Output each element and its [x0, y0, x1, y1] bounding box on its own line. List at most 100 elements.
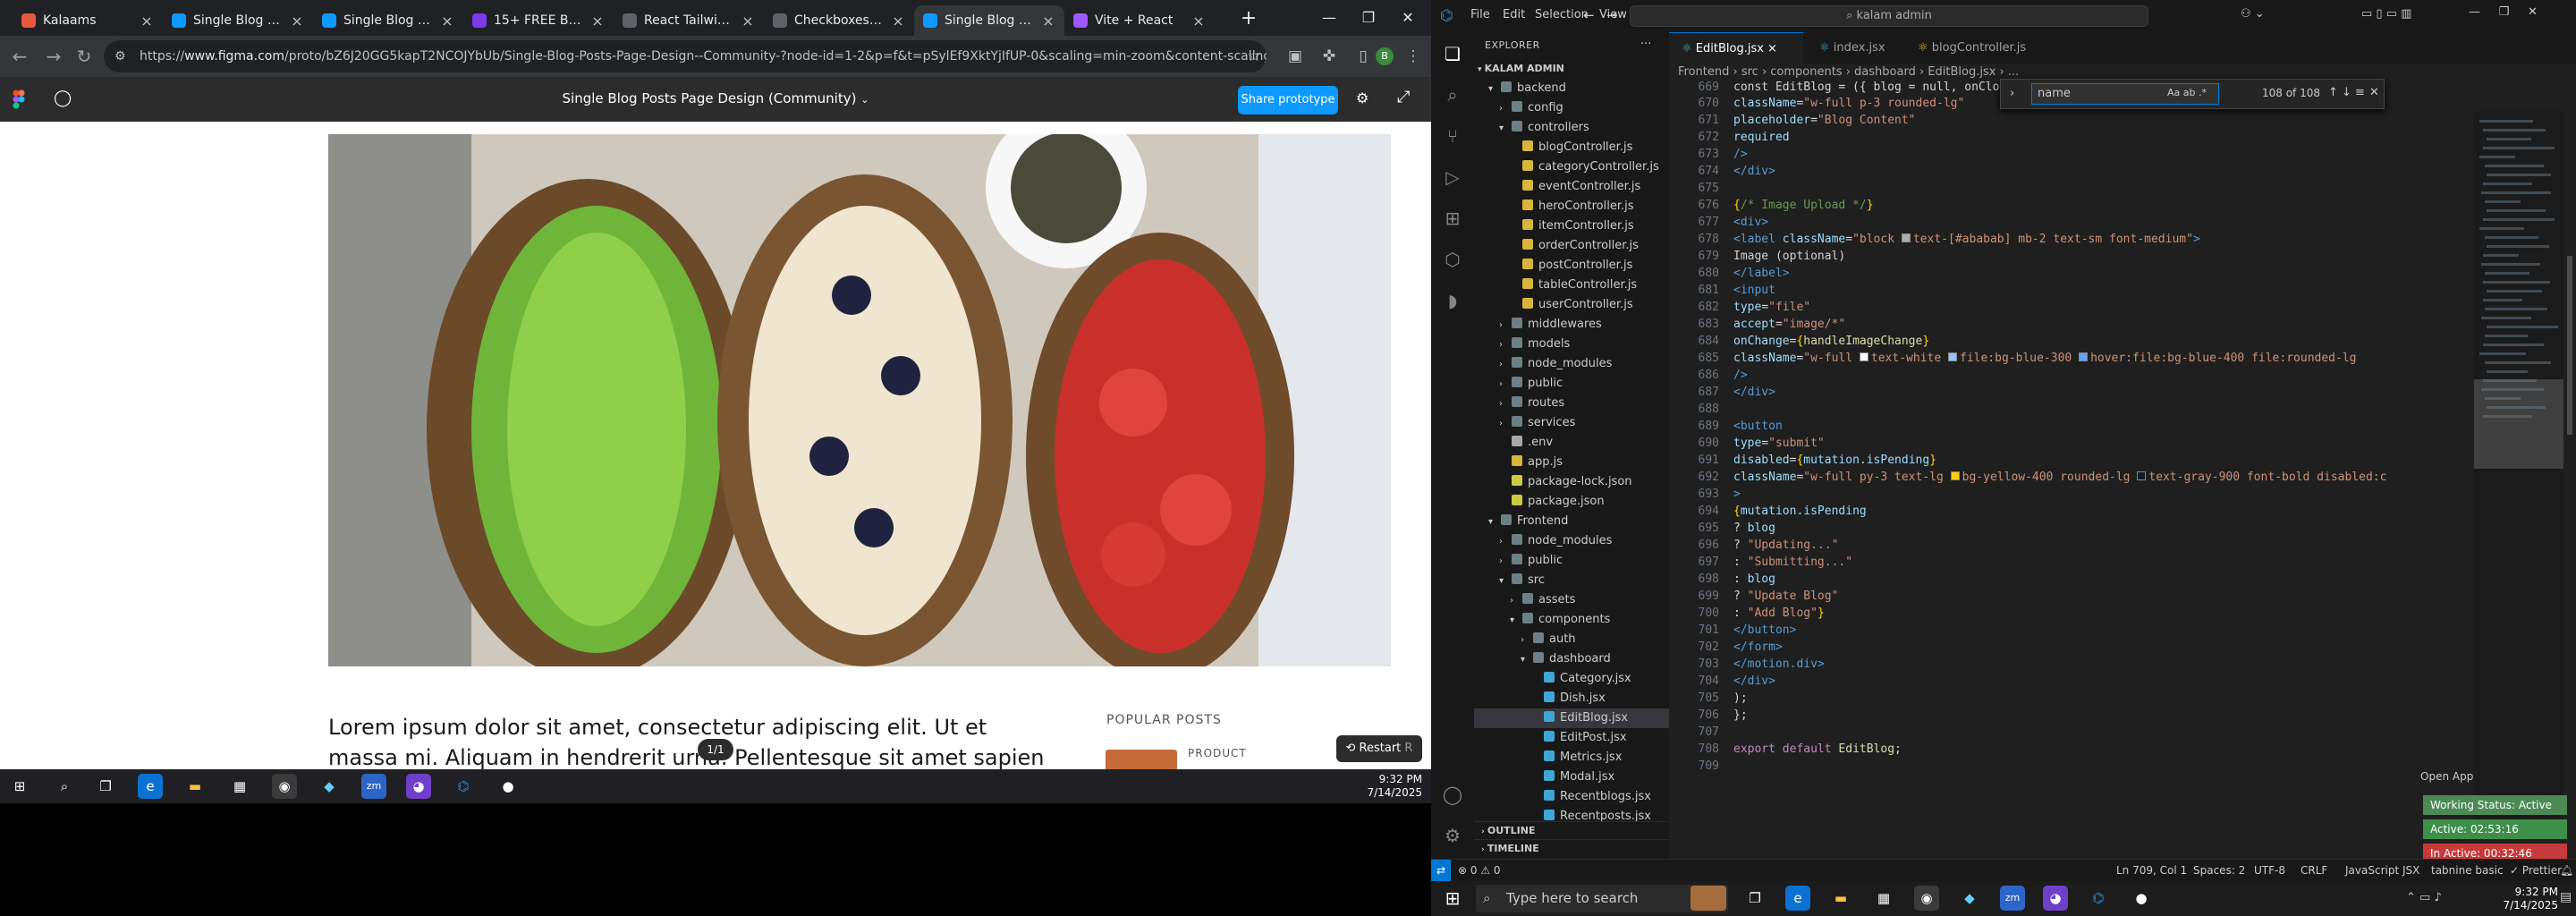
- code-line[interactable]: 701 </button>: [1669, 622, 2456, 639]
- zoom-icon[interactable]: zm: [2000, 886, 2025, 911]
- editor-scrollbar[interactable]: [2567, 256, 2572, 435]
- tab-close-icon[interactable]: ×: [1191, 13, 1206, 30]
- command-center[interactable]: ⌕ kalam admin: [1630, 5, 2148, 27]
- code-line[interactable]: 691 disabled={mutation.isPending}: [1669, 452, 2456, 469]
- nav-back-icon[interactable]: ←: [1583, 7, 1595, 23]
- code-line[interactable]: 684 onChange={handleImageChange}: [1669, 333, 2456, 350]
- code-line[interactable]: 708 export default EditBlog;: [1669, 741, 2456, 758]
- chrome-tab[interactable]: Single Blog Posts ×: [313, 5, 463, 36]
- site-info-icon[interactable]: ⚙: [114, 40, 126, 72]
- chrome-tab[interactable]: Checkboxes in Sa ×: [764, 5, 914, 36]
- tree-file[interactable]: Recentposts.jsx: [1474, 807, 1669, 821]
- tree-folder[interactable]: › middlewares: [1474, 315, 1669, 335]
- task-view-icon[interactable]: ❐: [1742, 886, 1767, 911]
- code-line[interactable]: 670 className="w-full p-3 rounded-lg": [1669, 95, 2456, 112]
- tree-folder[interactable]: › node_modules: [1474, 531, 1669, 551]
- tab-close-icon[interactable]: ×: [140, 13, 154, 30]
- share-prototype-button[interactable]: Share prototype: [1238, 86, 1338, 114]
- tabnine-status[interactable]: tabnine basic: [2431, 864, 2504, 877]
- tree-file[interactable]: EditBlog.jsx: [1474, 708, 1669, 728]
- chrome-icon[interactable]: ◉: [272, 774, 297, 799]
- bookmark-star-icon[interactable]: ☆: [1241, 44, 1267, 69]
- tree-file[interactable]: userController.js: [1474, 295, 1669, 315]
- back-icon[interactable]: ←: [7, 44, 32, 69]
- system-tray-icons[interactable]: ⌃ ▭ ♪: [2406, 891, 2442, 904]
- tree-file[interactable]: .env: [1474, 433, 1669, 453]
- search-icon[interactable]: ⌕: [1440, 82, 1465, 107]
- file-explorer-icon[interactable]: ▬: [182, 774, 208, 799]
- code-line[interactable]: 693 >: [1669, 486, 2456, 503]
- edge-icon[interactable]: e: [138, 774, 163, 799]
- language-mode[interactable]: JavaScript JSX: [2345, 864, 2419, 877]
- editor-tab[interactable]: ⚛ index.jsx: [1807, 32, 1903, 64]
- tree-folder[interactable]: ▾ src: [1474, 571, 1669, 590]
- remote-icon[interactable]: ⬡: [1440, 247, 1465, 272]
- code-line[interactable]: 687 </div>: [1669, 384, 2456, 401]
- source-control-icon[interactable]: ⑂: [1440, 123, 1465, 148]
- chrome-tab[interactable]: Vite + React ×: [1064, 5, 1215, 36]
- tree-file[interactable]: itemController.js: [1474, 216, 1669, 236]
- chrome-icon[interactable]: ◉: [1914, 886, 1939, 911]
- code-line[interactable]: 709: [1669, 758, 2456, 775]
- code-line[interactable]: 700 : "Add Blog"}: [1669, 605, 2456, 622]
- restart-button[interactable]: ⟲ Restart R: [1336, 735, 1422, 762]
- code-line[interactable]: 698 : blog: [1669, 571, 2456, 588]
- code-line[interactable]: 672 required: [1669, 129, 2456, 146]
- code-line[interactable]: 679 Image (optional): [1669, 248, 2456, 265]
- chrome-tab[interactable]: Single Blog Posts ×: [163, 5, 313, 36]
- code-line[interactable]: 682 type="file": [1669, 299, 2456, 316]
- chrome-tab[interactable]: Kalaams ×: [13, 5, 163, 36]
- start-icon[interactable]: ⊞: [1440, 886, 1465, 911]
- tree-file[interactable]: app.js: [1474, 453, 1669, 472]
- prototype-title[interactable]: Single Blog Posts Page Design (Community…: [0, 90, 1431, 106]
- task-view-icon[interactable]: ❐: [93, 774, 118, 799]
- code-line[interactable]: 673 />: [1669, 146, 2456, 163]
- prettier-status[interactable]: ✓ Prettier: [2510, 864, 2562, 877]
- reload-icon[interactable]: ↻: [72, 44, 97, 69]
- code-line[interactable]: 690 type="submit": [1669, 435, 2456, 452]
- working-status-badge[interactable]: Working Status: Active: [2423, 795, 2567, 815]
- layout-icons[interactable]: ▭ ▯ ▭ ▥: [2361, 7, 2411, 21]
- vscode-icon[interactable]: ⌬: [2086, 886, 2111, 911]
- tree-folder[interactable]: › routes: [1474, 394, 1669, 413]
- code-line[interactable]: 681 <input: [1669, 282, 2456, 299]
- encoding[interactable]: UTF-8: [2254, 864, 2285, 877]
- store-icon[interactable]: ▦: [227, 774, 252, 799]
- address-bar[interactable]: ⚙ https://www.figma.com/proto/bZ6J20GG5ka…: [104, 40, 1267, 72]
- profile-avatar[interactable]: B: [1376, 47, 1394, 65]
- outline-section[interactable]: › OUTLINE: [1474, 821, 1669, 839]
- tree-file[interactable]: Dish.jsx: [1474, 689, 1669, 708]
- explorer-icon[interactable]: ❏: [1440, 41, 1465, 66]
- code-line[interactable]: 692 className="w-full py-3 text-lg bg-ye…: [1669, 469, 2456, 486]
- breadcrumb[interactable]: Frontend › src › components › dashboard …: [1678, 65, 2019, 79]
- tab-close-icon[interactable]: ×: [290, 13, 304, 30]
- run-debug-icon[interactable]: ▷: [1440, 165, 1465, 190]
- tree-folder[interactable]: ▾ controllers: [1474, 118, 1669, 138]
- tree-file[interactable]: package.json: [1474, 492, 1669, 512]
- code-line[interactable]: 678 <label className="block text-[#ababa…: [1669, 231, 2456, 248]
- menu-item[interactable]: Edit: [1503, 8, 1525, 21]
- github-icon[interactable]: ◕: [406, 774, 431, 799]
- tree-file[interactable]: postController.js: [1474, 256, 1669, 276]
- minimap[interactable]: [2474, 111, 2563, 827]
- tree-folder[interactable]: ▾ components: [1474, 610, 1669, 630]
- code-editor[interactable]: 670 className="w-full p-3 rounded-lg" 671…: [1669, 95, 2456, 775]
- notifications-icon[interactable]: 🔔︎: [2560, 864, 2573, 877]
- code-line[interactable]: 706};: [1669, 707, 2456, 724]
- extensions-icon[interactable]: ⊞: [1440, 206, 1465, 231]
- manage-gear-icon[interactable]: ⚙: [1440, 823, 1465, 848]
- github-icon[interactable]: ◕: [2043, 886, 2068, 911]
- tree-file[interactable]: heroController.js: [1474, 197, 1669, 216]
- indentation[interactable]: Spaces: 2: [2193, 864, 2245, 877]
- app-icon-2[interactable]: ●: [496, 774, 521, 799]
- chrome-tab[interactable]: Single Blog Posts ×: [914, 5, 1064, 36]
- code-line[interactable]: 688: [1669, 401, 2456, 418]
- chrome-tab[interactable]: 15+ FREE Blog W ×: [463, 5, 614, 36]
- tree-folder[interactable]: ▾ backend: [1474, 79, 1669, 98]
- close-tab-icon[interactable]: ×: [1764, 42, 1777, 55]
- open-app-link[interactable]: Open App: [2420, 770, 2473, 783]
- nav-forward-icon[interactable]: →: [1606, 7, 1618, 23]
- app-icon-2[interactable]: ●: [2129, 886, 2154, 911]
- forward-icon[interactable]: →: [41, 44, 66, 69]
- tree-folder[interactable]: › public: [1474, 374, 1669, 394]
